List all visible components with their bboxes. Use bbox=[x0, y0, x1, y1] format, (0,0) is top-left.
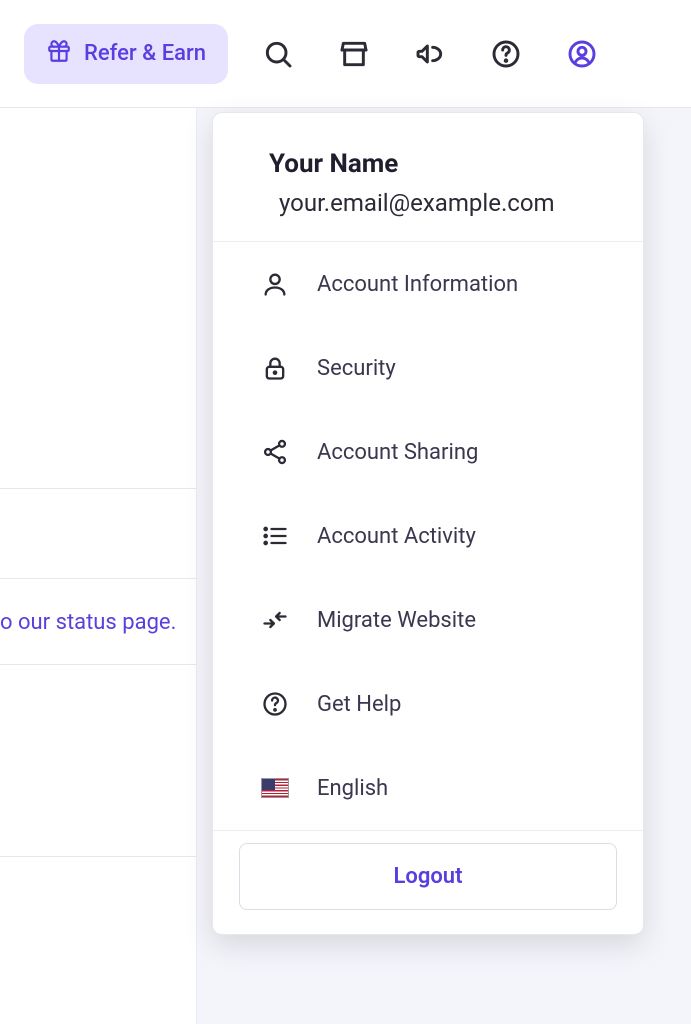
megaphone-icon[interactable] bbox=[414, 38, 446, 70]
person-icon bbox=[261, 270, 289, 298]
menu-item-language[interactable]: English bbox=[213, 746, 643, 830]
search-icon[interactable] bbox=[262, 38, 294, 70]
user-name: Your Name bbox=[269, 149, 603, 179]
menu-item-label: Account Information bbox=[317, 272, 518, 297]
menu-item-migrate-website[interactable]: Migrate Website bbox=[213, 578, 643, 662]
menu-item-account-information[interactable]: Account Information bbox=[213, 242, 643, 326]
store-icon[interactable] bbox=[338, 38, 370, 70]
menu-item-account-activity[interactable]: Account Activity bbox=[213, 494, 643, 578]
menu-item-account-sharing[interactable]: Account Sharing bbox=[213, 410, 643, 494]
background-panel: o our status page. bbox=[0, 108, 197, 1024]
menu-item-label: Account Activity bbox=[317, 524, 476, 549]
menu-item-label: Migrate Website bbox=[317, 608, 476, 633]
share-icon bbox=[261, 438, 289, 466]
lock-icon bbox=[261, 354, 289, 382]
list-icon bbox=[261, 522, 289, 550]
header-icons bbox=[262, 38, 598, 70]
refer-and-earn-button[interactable]: Refer & Earn bbox=[24, 24, 228, 84]
top-header: Refer & Earn bbox=[0, 0, 691, 108]
status-page-link-fragment[interactable]: o our status page. bbox=[0, 610, 197, 635]
menu-item-get-help[interactable]: Get Help bbox=[213, 662, 643, 746]
logout-label: Logout bbox=[394, 864, 463, 889]
help-circle-icon bbox=[261, 690, 289, 718]
profile-icon[interactable] bbox=[566, 38, 598, 70]
logout-button[interactable]: Logout bbox=[239, 843, 617, 910]
gift-icon bbox=[46, 38, 72, 70]
dropdown-footer: Logout bbox=[213, 830, 643, 910]
menu-item-label: Security bbox=[317, 356, 396, 381]
us-flag-icon bbox=[261, 774, 289, 802]
help-icon[interactable] bbox=[490, 38, 522, 70]
menu-item-label: Get Help bbox=[317, 692, 401, 717]
dropdown-header: Your Name your.email@example.com bbox=[213, 113, 643, 242]
user-email: your.email@example.com bbox=[269, 189, 603, 217]
menu-item-label: Account Sharing bbox=[317, 440, 478, 465]
account-dropdown: Your Name your.email@example.com Account… bbox=[212, 112, 644, 935]
menu-item-label: English bbox=[317, 776, 388, 801]
migrate-icon bbox=[261, 606, 289, 634]
menu-item-security[interactable]: Security bbox=[213, 326, 643, 410]
refer-label: Refer & Earn bbox=[84, 41, 206, 66]
